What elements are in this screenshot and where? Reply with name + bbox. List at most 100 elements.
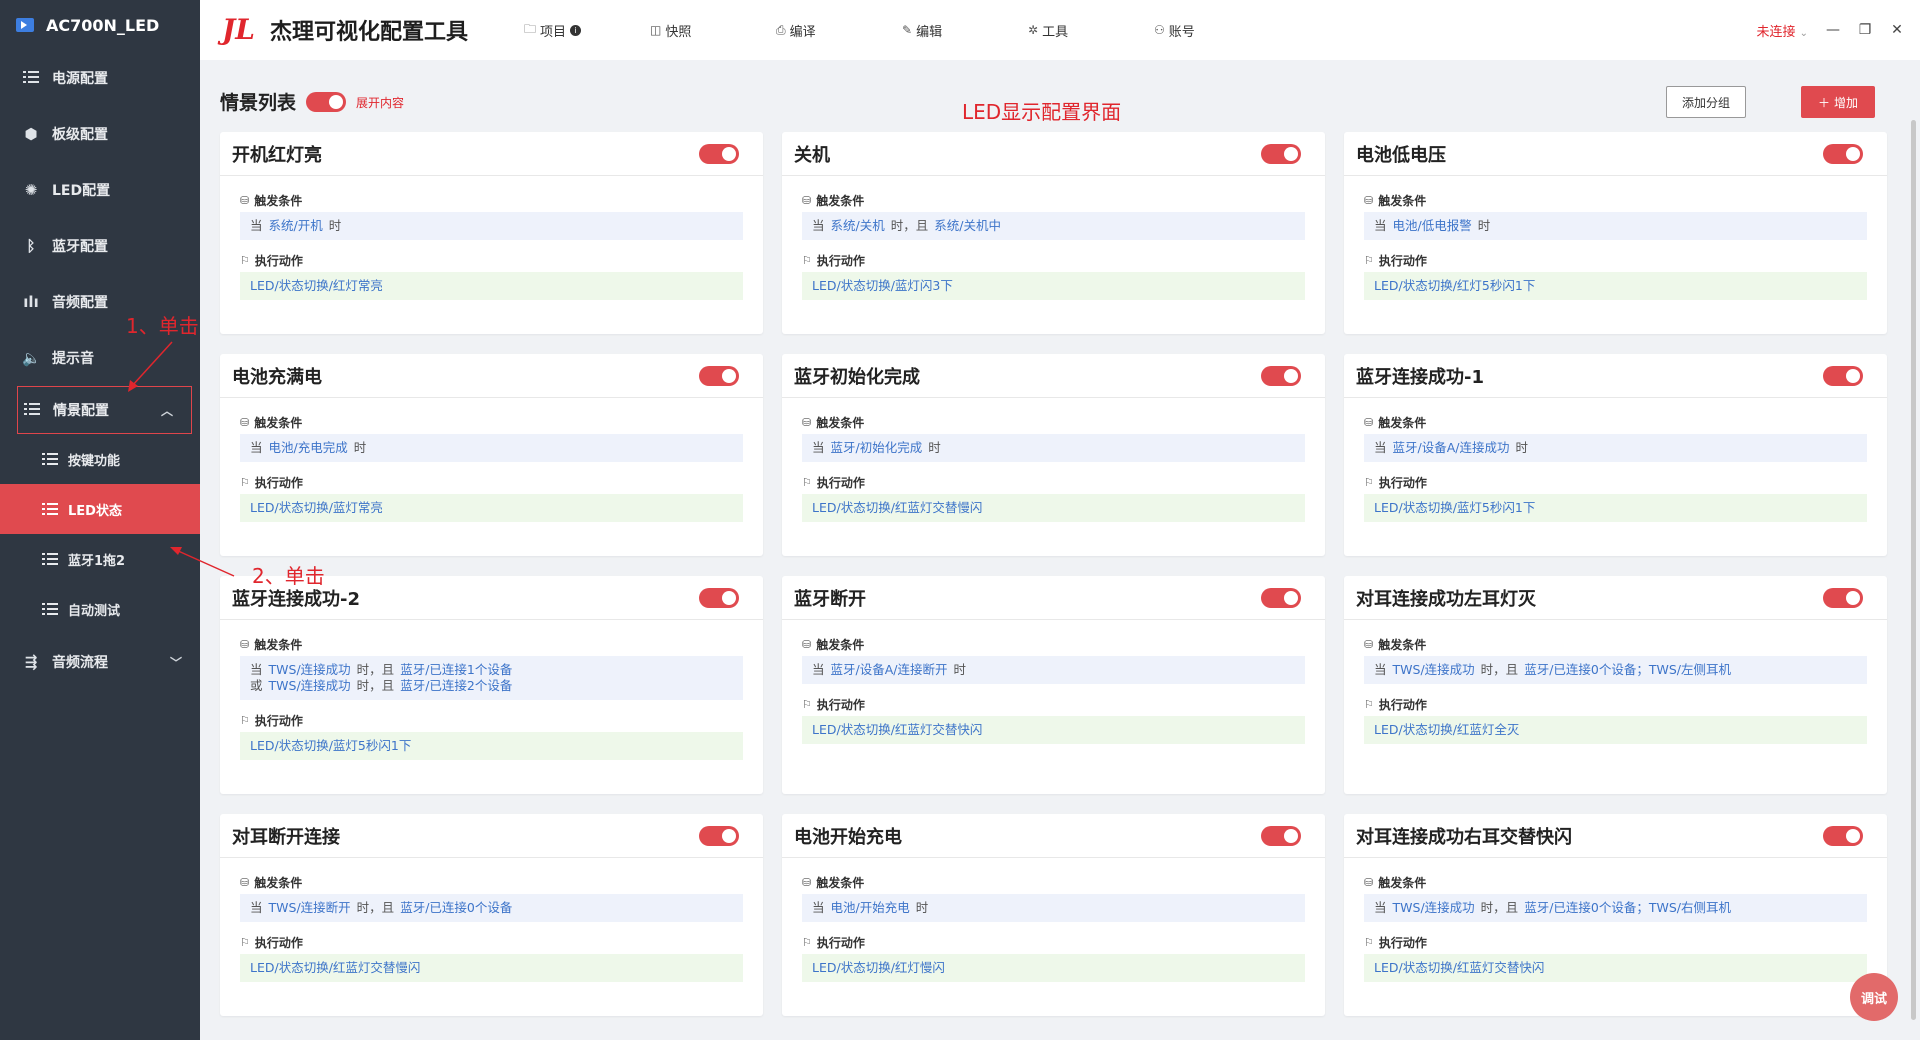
scene-card[interactable]: 对耳连接成功右耳交替快闪 ⛁ 触发条件当 TWS/连接成功 时，且 蓝牙/已连接0个设备；… [1344, 814, 1887, 1016]
scene-card[interactable]: 蓝牙初始化完成 ⛁ 触发条件当蓝牙/初始化完成时 ⚐ 执行动作 LED/状态切换/红蓝灯交… [782, 354, 1325, 556]
connection-status[interactable]: 未连接 ⌄ [1756, 21, 1808, 40]
action-box[interactable]: LED/状态切换/蓝灯常亮 [240, 494, 743, 522]
sidebar-item-label: 情景配置 [53, 403, 109, 419]
menu-pen[interactable]: ✎ 编辑 [902, 20, 1028, 41]
scene-enable-toggle[interactable] [1261, 366, 1301, 386]
trigger-label: 触发条件 [1378, 637, 1427, 652]
trigger-box[interactable]: 当电池/开始充电时 [802, 894, 1305, 922]
trigger-box[interactable]: 当 TWS/连接成功 时，且 蓝牙/已连接0个设备；TWS/左侧耳机 [1364, 656, 1867, 684]
action-box[interactable]: LED/状态切换/红灯常亮 [240, 272, 743, 300]
scene-enable-toggle[interactable] [699, 144, 739, 164]
sidebar-item[interactable]: ✺ LED配置 [0, 162, 200, 218]
sidebar-subitem[interactable]: LED状态 [0, 484, 200, 534]
trigger-box[interactable]: 当蓝牙/初始化完成时 [802, 434, 1305, 462]
trigger-box[interactable]: 当系统/关机 时，且 系统/关机中 [802, 212, 1305, 240]
restore-icon[interactable]: ❐ [1858, 22, 1872, 38]
add-group-button[interactable]: 添加分组 [1666, 86, 1746, 118]
trigger-box[interactable]: 当电池/低电报警时 [1364, 212, 1867, 240]
action-box[interactable]: LED/状态切换/红蓝灯全灭 [1364, 716, 1867, 744]
trigger-keyword: 当 [812, 440, 825, 455]
trigger-label: 触发条件 [254, 415, 303, 430]
scene-card[interactable]: 蓝牙连接成功-1 ⛁ 触发条件当蓝牙/设备A/连接成功时 ⚐ 执行动作 LED/状态切换/… [1344, 354, 1887, 556]
scene-enable-toggle[interactable] [1823, 366, 1863, 386]
action-box[interactable]: LED/状态切换/红蓝灯交替慢闪 [802, 494, 1305, 522]
sidebar-item[interactable]: ⇶ 音频流程 ﹀ [0, 634, 200, 690]
trigger-keyword: 当 [1374, 900, 1387, 915]
project-brand[interactable]: AC700N_LED [0, 0, 200, 50]
scene-enable-toggle[interactable] [1823, 826, 1863, 846]
trigger-condition: TWS/连接成功 [268, 662, 351, 677]
scene-card[interactable]: 蓝牙连接成功-2 ⛁ 触发条件当 TWS/连接成功 时，且 蓝牙/已连接1个设备或 TWS/… [220, 576, 763, 794]
scene-enable-toggle[interactable] [699, 826, 739, 846]
trigger-icon: ⛁ [1364, 637, 1374, 651]
trigger-box[interactable]: 当 TWS/连接断开 时，且 蓝牙/已连接0个设备 [240, 894, 743, 922]
bulb-icon: ✺ [24, 181, 38, 199]
scene-enable-toggle[interactable] [1261, 144, 1301, 164]
trigger-box[interactable]: 当系统/开机时 [240, 212, 743, 240]
trigger-keyword: 时 [915, 900, 929, 915]
add-button[interactable]: ＋ 增加 [1801, 86, 1875, 118]
scrollbar[interactable] [1911, 120, 1916, 1020]
trigger-box[interactable]: 当 TWS/连接成功 时，且 蓝牙/已连接1个设备或 TWS/连接成功 时，且 蓝牙/已连接… [240, 656, 743, 700]
scene-enable-toggle[interactable] [699, 366, 739, 386]
plus-icon: ＋ [1817, 95, 1830, 110]
action-box[interactable]: LED/状态切换/蓝灯闪3下 [802, 272, 1305, 300]
action-section-label: ⚐ 执行动作 [240, 472, 743, 492]
menu-tools[interactable]: ✲ 工具 [1028, 20, 1154, 41]
scene-card[interactable]: 开机红灯亮 ⛁ 触发条件当系统/开机时 ⚐ 执行动作 LED/状态切换/红灯常亮 [220, 132, 763, 334]
trigger-line: 当蓝牙/设备A/连接成功时 [1374, 440, 1857, 456]
pen-icon: ✎ [902, 23, 913, 37]
close-icon[interactable]: ✕ [1890, 22, 1904, 38]
expand-toggle[interactable] [306, 92, 346, 112]
trigger-condition: 系统/关机中 [934, 218, 1001, 233]
trigger-box[interactable]: 当蓝牙/设备A/连接断开时 [802, 656, 1305, 684]
trigger-condition: TWS/连接成功 [1392, 900, 1475, 915]
sidebar-subitem[interactable]: 按键功能 [0, 434, 200, 484]
trigger-box[interactable]: 当电池/充电完成时 [240, 434, 743, 462]
scene-card[interactable]: 电池充满电 ⛁ 触发条件当电池/充电完成时 ⚐ 执行动作 LED/状态切换/蓝灯常亮 [220, 354, 763, 556]
trigger-keyword: 时 [953, 662, 967, 677]
menu-printer[interactable]: ⎙ 编译 [776, 20, 902, 41]
scene-enable-toggle[interactable] [1823, 144, 1863, 164]
scene-enable-toggle[interactable] [699, 588, 739, 608]
scene-card[interactable]: 电池开始充电 ⛁ 触发条件当电池/开始充电时 ⚐ 执行动作 LED/状态切换/红灯慢闪 [782, 814, 1325, 1016]
trigger-keyword: 当 [812, 662, 825, 677]
action-box[interactable]: LED/状态切换/红蓝灯交替快闪 [1364, 954, 1867, 982]
debug-button[interactable]: 调试 [1850, 973, 1898, 1021]
scene-enable-toggle[interactable] [1823, 588, 1863, 608]
sidebar-item[interactable]: 电源配置 [0, 50, 200, 106]
trigger-line: 当 TWS/连接成功 时，且 蓝牙/已连接0个设备；TWS/左侧耳机 [1374, 662, 1857, 678]
user-icon: ⚇ [1154, 23, 1165, 37]
action-box[interactable]: LED/状态切换/蓝灯5秒闪1下 [240, 732, 743, 760]
trigger-box[interactable]: 当 TWS/连接成功 时，且 蓝牙/已连接0个设备；TWS/右侧耳机 [1364, 894, 1867, 922]
scene-card[interactable]: 关机 ⛁ 触发条件当系统/关机 时，且 系统/关机中 ⚐ 执行动作 LED/状态切换/蓝灯闪3… [782, 132, 1325, 334]
trigger-icon: ⛁ [802, 193, 812, 207]
sidebar-item[interactable]: ⬢ 板级配置 [0, 106, 200, 162]
action-box[interactable]: LED/状态切换/红灯慢闪 [802, 954, 1305, 982]
trigger-section-label: ⛁ 触发条件 [240, 634, 743, 654]
sidebar-subitem[interactable]: 自动测试 [0, 584, 200, 634]
scene-card[interactable]: 对耳连接成功左耳灯灭 ⛁ 触发条件当 TWS/连接成功 时，且 蓝牙/已连接0个设备；TW… [1344, 576, 1887, 794]
folder-icon: 🗀 [524, 21, 537, 36]
menu-user[interactable]: ⚇ 账号 [1154, 20, 1280, 41]
action-box[interactable]: LED/状态切换/红蓝灯交替快闪 [802, 716, 1305, 744]
flag-icon: ⚐ [240, 935, 250, 949]
trigger-line: 或 TWS/连接成功 时，且 蓝牙/已连接2个设备 [250, 678, 733, 694]
scene-card[interactable]: 电池低电压 ⛁ 触发条件当电池/低电报警时 ⚐ 执行动作 LED/状态切换/红灯5秒闪1下 [1344, 132, 1887, 334]
scene-enable-toggle[interactable] [1261, 826, 1301, 846]
scene-card[interactable]: 对耳断开连接 ⛁ 触发条件当 TWS/连接断开 时，且 蓝牙/已连接0个设备 ⚐ 执行动作 LE… [220, 814, 763, 1016]
scene-enable-toggle[interactable] [1261, 588, 1301, 608]
menu-camera[interactable]: ◫ 快照 [650, 20, 776, 41]
trigger-box[interactable]: 当蓝牙/设备A/连接成功时 [1364, 434, 1867, 462]
scene-card-header: 蓝牙初始化完成 [782, 354, 1325, 398]
action-box[interactable]: LED/状态切换/蓝灯5秒闪1下 [1364, 494, 1867, 522]
action-box[interactable]: LED/状态切换/红蓝灯交替慢闪 [240, 954, 743, 982]
minimize-icon[interactable]: — [1826, 22, 1840, 38]
chevron-down-icon: ﹀ [169, 655, 182, 670]
scene-card[interactable]: 蓝牙断开 ⛁ 触发条件当蓝牙/设备A/连接断开时 ⚐ 执行动作 LED/状态切换/红蓝灯交… [782, 576, 1325, 794]
menu-label: 项目 [540, 24, 567, 40]
action-box[interactable]: LED/状态切换/红灯5秒闪1下 [1364, 272, 1867, 300]
sidebar-item[interactable]: ᛒ 蓝牙配置 [0, 218, 200, 274]
menu-folder[interactable]: 🗀 项目 i [524, 20, 650, 41]
scene-title: 对耳连接成功右耳交替快闪 [1356, 826, 1572, 848]
